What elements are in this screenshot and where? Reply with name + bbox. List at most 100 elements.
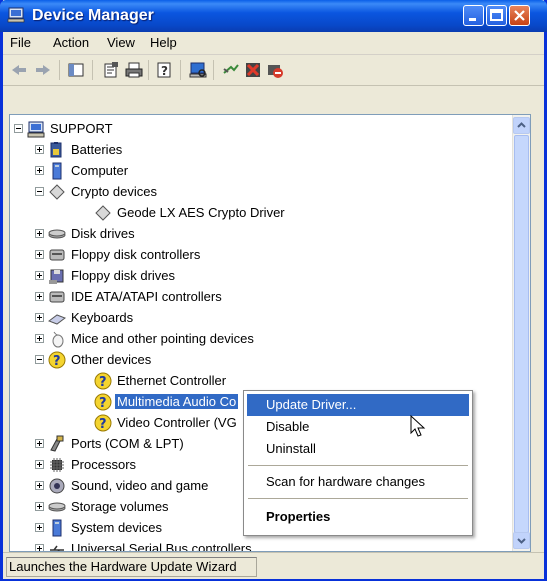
tree-item-geode-crypto-driver[interactable]: Geode LX AES Crypto Driver bbox=[10, 203, 500, 223]
expand-icon[interactable] bbox=[35, 544, 44, 551]
scroll-thumb[interactable] bbox=[514, 135, 529, 533]
tree-item-crypto-devices[interactable]: Crypto devices bbox=[10, 182, 500, 202]
minimize-button[interactable] bbox=[463, 5, 484, 26]
menu-disable[interactable]: Disable bbox=[247, 416, 469, 438]
expand-icon[interactable] bbox=[35, 460, 44, 469]
tree-item-computer[interactable]: Computer bbox=[10, 161, 500, 181]
chevron-up-icon bbox=[517, 122, 526, 128]
print-icon[interactable] bbox=[125, 61, 143, 79]
tree-item-label: System devices bbox=[71, 520, 163, 535]
unknown-device-icon: ? bbox=[94, 414, 112, 432]
scroll-up-button[interactable] bbox=[513, 117, 530, 134]
tree-item-label: Ethernet Controller bbox=[117, 373, 227, 388]
menu-file[interactable]: File bbox=[10, 35, 31, 50]
menu-update-driver[interactable]: Update Driver... bbox=[247, 394, 469, 416]
expand-icon[interactable] bbox=[35, 334, 44, 343]
maximize-button[interactable] bbox=[486, 5, 507, 26]
computer-icon bbox=[52, 162, 62, 180]
tree-item-label: Floppy disk controllers bbox=[71, 247, 201, 262]
crypto-icon bbox=[49, 184, 65, 200]
tree-item-label: Sound, video and game bbox=[71, 478, 209, 493]
tree-item-disk-drives[interactable]: Disk drives bbox=[10, 224, 500, 244]
back-icon[interactable] bbox=[10, 61, 28, 79]
expand-icon[interactable] bbox=[35, 250, 44, 259]
window-title: Device Manager bbox=[32, 7, 154, 24]
keyboard-icon bbox=[48, 314, 66, 325]
device-manager-window: Device Manager File Action View Help ? S… bbox=[0, 0, 547, 581]
svg-text:?: ? bbox=[53, 354, 61, 369]
title-bar[interactable]: Device Manager bbox=[0, 0, 547, 32]
tree-root-row[interactable]: SUPPORT bbox=[10, 119, 500, 139]
expand-icon[interactable] bbox=[35, 271, 44, 280]
tree-item-ide-controllers[interactable]: IDE ATA/ATAPI controllers bbox=[10, 287, 500, 307]
minimize-icon bbox=[469, 18, 476, 21]
controller-icon bbox=[49, 291, 65, 303]
tree-item-label: Geode LX AES Crypto Driver bbox=[117, 205, 285, 220]
menu-scan-hardware[interactable]: Scan for hardware changes bbox=[247, 471, 469, 493]
tree-item-label-selected: Multimedia Audio Co bbox=[115, 394, 239, 409]
forward-icon[interactable] bbox=[34, 61, 52, 79]
menu-uninstall[interactable]: Uninstall bbox=[247, 438, 469, 460]
expand-icon[interactable] bbox=[35, 502, 44, 511]
tree-item-label: Processors bbox=[71, 457, 137, 472]
expand-icon[interactable] bbox=[35, 439, 44, 448]
context-menu: Update Driver... Disable Uninstall Scan … bbox=[243, 390, 473, 536]
tree-item-label: IDE ATA/ATAPI controllers bbox=[71, 289, 222, 304]
expand-icon[interactable] bbox=[35, 145, 44, 154]
collapse-icon[interactable] bbox=[35, 187, 44, 196]
tree-item-label: Batteries bbox=[71, 142, 123, 157]
disable-icon[interactable] bbox=[266, 61, 284, 79]
controller-icon bbox=[49, 249, 65, 261]
scan-hardware-icon[interactable] bbox=[189, 61, 207, 79]
console-tree-icon[interactable] bbox=[67, 61, 85, 79]
properties-icon[interactable] bbox=[102, 61, 120, 79]
update-driver-icon[interactable] bbox=[222, 61, 240, 79]
tree-item-label: Video Controller (VG bbox=[117, 415, 237, 430]
svg-text:?: ? bbox=[99, 396, 107, 411]
tree-item-batteries[interactable]: Batteries bbox=[10, 140, 500, 160]
tree-item-label: Storage volumes bbox=[71, 499, 169, 514]
help-icon[interactable]: ? bbox=[156, 61, 174, 79]
maximize-icon bbox=[490, 9, 503, 21]
toolbar: ? bbox=[3, 55, 544, 86]
tree-item-label: Universal Serial Bus controllers bbox=[71, 541, 252, 552]
menu-bar: File Action View Help bbox=[3, 32, 544, 55]
tree-item-mice[interactable]: Mice and other pointing devices bbox=[10, 329, 500, 349]
expand-icon[interactable] bbox=[35, 313, 44, 322]
vertical-scrollbar[interactable] bbox=[512, 115, 530, 551]
tree-item-floppy-drives[interactable]: Floppy disk drives bbox=[10, 266, 500, 286]
expand-icon[interactable] bbox=[35, 481, 44, 490]
scroll-down-button[interactable] bbox=[513, 532, 530, 549]
processor-icon bbox=[50, 458, 64, 472]
tree-item-keyboards[interactable]: Keyboards bbox=[10, 308, 500, 328]
svg-text:?: ? bbox=[99, 375, 107, 390]
menu-action[interactable]: Action bbox=[53, 35, 89, 50]
expand-icon[interactable] bbox=[35, 229, 44, 238]
tree-item-label: Disk drives bbox=[71, 226, 135, 241]
tree-item-ethernet-controller[interactable]: ? Ethernet Controller bbox=[10, 371, 500, 391]
menu-view[interactable]: View bbox=[107, 35, 135, 50]
usb-icon bbox=[50, 545, 64, 551]
collapse-icon[interactable] bbox=[14, 124, 23, 133]
chevron-down-icon bbox=[517, 538, 526, 544]
expand-icon[interactable] bbox=[35, 292, 44, 301]
close-button[interactable] bbox=[509, 5, 530, 26]
expand-icon[interactable] bbox=[35, 523, 44, 532]
uninstall-icon[interactable] bbox=[244, 61, 262, 79]
tree-item-label: Ports (COM & LPT) bbox=[71, 436, 184, 451]
menu-properties[interactable]: Properties bbox=[247, 506, 469, 528]
disk-icon bbox=[48, 229, 66, 239]
tree-item-other-devices[interactable]: ? Other devices bbox=[10, 350, 500, 370]
unknown-device-icon: ? bbox=[48, 351, 66, 369]
status-text: Launches the Hardware Update Wizard bbox=[6, 557, 257, 577]
tree-item-floppy-controllers[interactable]: Floppy disk controllers bbox=[10, 245, 500, 265]
expand-icon[interactable] bbox=[35, 166, 44, 175]
menu-help[interactable]: Help bbox=[150, 35, 177, 50]
tree-item-label: Keyboards bbox=[71, 310, 134, 325]
sound-icon bbox=[49, 478, 65, 494]
tree-item-usb-controllers[interactable]: Universal Serial Bus controllers bbox=[10, 539, 500, 552]
collapse-icon[interactable] bbox=[35, 355, 44, 364]
tree-item-label: Mice and other pointing devices bbox=[71, 331, 254, 346]
menu-separator bbox=[248, 465, 468, 466]
tree-item-label: Floppy disk drives bbox=[71, 268, 176, 283]
